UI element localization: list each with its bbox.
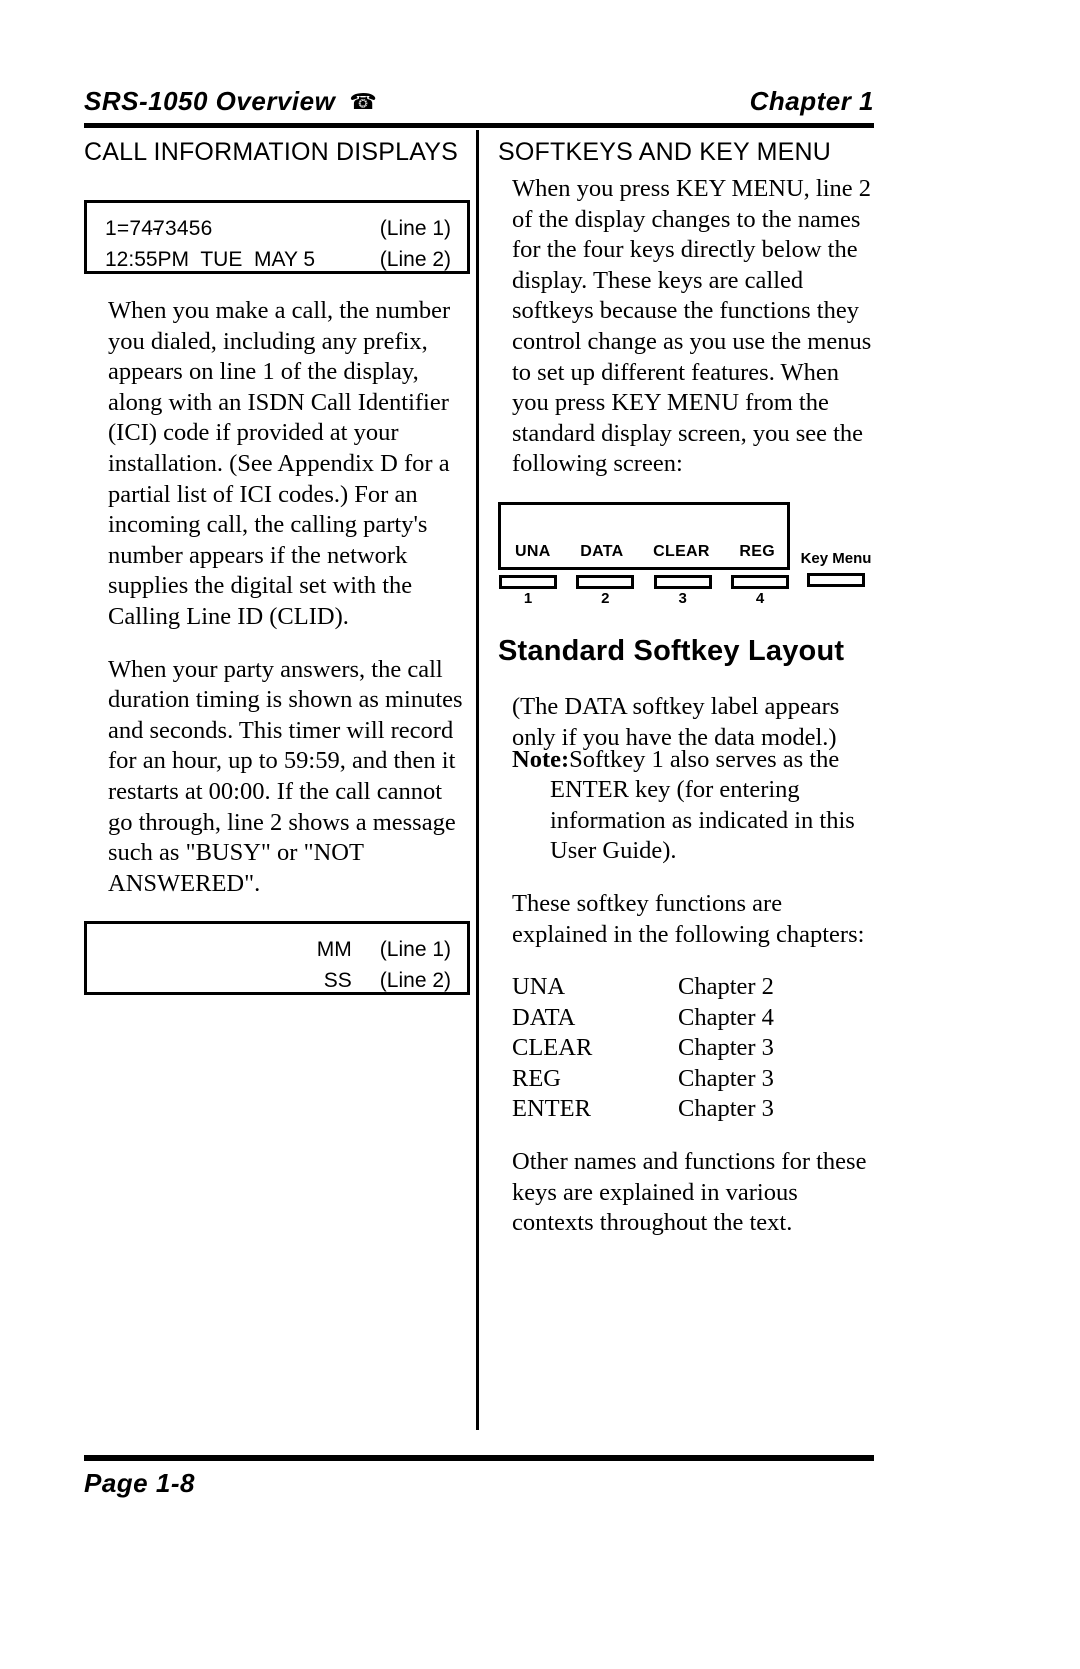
softkey-number-3: 3 (678, 589, 687, 607)
chapter-reference-row: CLEAR Chapter 3 (512, 1033, 878, 1064)
softkey-button-1 (499, 574, 557, 589)
chapter-ref-key: UNA (512, 973, 566, 1001)
document-title: SRS-1050 Overview (84, 86, 336, 116)
chapter-ref-value: Chapter 2 (678, 973, 774, 1001)
left-paragraph-1: When you make a call, the number you dia… (108, 297, 451, 630)
footer-rule (84, 1455, 874, 1461)
softkey-screen-label-clear: CLEAR (653, 542, 710, 560)
chapter-ref-value: Chapter 3 (678, 1064, 774, 1092)
right-paragraph-3: These softkey functions are explained in… (512, 889, 865, 948)
softkey-button-row: 1 2 3 4 (498, 574, 790, 608)
lcd-datetime: 12:55PM TUE MAY 5 (105, 248, 316, 271)
left-section-heading: CALL INFORMATION DISPLAYS (84, 138, 459, 166)
lcd-line-2-label: (Line 2) (379, 248, 451, 271)
softkey-button-2-group: 2 (575, 574, 635, 608)
running-head: SRS-1050 Overview ☎ Chapter 1 (84, 86, 874, 120)
key-menu-button (807, 572, 865, 587)
timer-seconds: SS (323, 969, 352, 993)
softkey-screen: UNA DATA CLEAR REG (498, 501, 790, 570)
left-column: CALL INFORMATION DISPLAYS 1=747-3456 (Li… (84, 136, 470, 996)
chapter-label: Chapter 1 (749, 86, 874, 116)
chapter-ref-key: DATA (512, 1003, 576, 1031)
telephone-icon: ☎ (349, 89, 377, 114)
standard-softkey-layout-figure: UNA DATA CLEAR REG 1 2 3 4 Key Menu (498, 501, 878, 608)
lcd-dialed-suffix: 3456 (164, 217, 213, 240)
chapter-ref-key: REG (512, 1064, 561, 1092)
header-rule (84, 123, 874, 128)
call-timer-display-figure: MM (Line 1) SS (Line 2) (84, 921, 470, 996)
right-column: SOFTKEYS AND KEY MENU When you press KEY… (498, 136, 878, 1261)
timer-line-2: SS (Line 2) (105, 965, 451, 996)
timer-line-2-label: (Line 2) (379, 969, 451, 993)
lcd-line-1-label: (Line 1) (379, 217, 451, 240)
softkey-button-1-group: 1 (498, 574, 558, 608)
chapter-ref-value: Chapter 4 (678, 1003, 774, 1031)
chapter-reference-row: UNA Chapter 2 (512, 972, 878, 1003)
column-divider (476, 130, 479, 1430)
softkey-button-2 (576, 574, 635, 589)
timer-line-1-label: (Line 1) (379, 938, 451, 962)
key-menu-label: Key Menu (800, 549, 872, 567)
note-block: Note: Softkey 1 also serves as the ENTER… (498, 745, 878, 867)
softkey-screen-label-data: DATA (580, 542, 624, 560)
right-paragraph-4: Other names and functions for these keys… (512, 1148, 867, 1237)
call-information-display-figure: 1=747-3456 (Line 1) 12:55PM TUE MAY 5 (L… (84, 200, 470, 274)
lcd-dialed-number: 1=747-3456 (105, 213, 213, 244)
softkey-button-3-group: 3 (653, 574, 713, 608)
timer-line-1: MM (Line 1) (105, 934, 451, 965)
figure-caption: Standard Softkey Layout (498, 634, 845, 667)
softkey-number-2: 2 (601, 589, 610, 607)
softkey-number-4: 4 (755, 589, 765, 607)
right-paragraph-2: (The DATA softkey label appears only if … (512, 692, 840, 751)
right-section-heading: SOFTKEYS AND KEY MENU (498, 138, 831, 166)
softkey-number-1: 1 (523, 589, 533, 607)
chapter-reference-row: REG Chapter 3 (512, 1064, 878, 1095)
chapter-ref-value: Chapter 3 (678, 1034, 774, 1062)
chapter-ref-key: CLEAR (512, 1034, 593, 1062)
chapter-reference-row: ENTER Chapter 3 (512, 1094, 878, 1125)
lcd-dialed-dash: - (152, 217, 160, 240)
softkey-button-3 (653, 574, 712, 589)
timer-minutes: MM (316, 938, 352, 962)
softkey-button-4 (730, 574, 789, 589)
chapter-ref-value: Chapter 3 (678, 1095, 774, 1123)
chapter-reference-row: DATA Chapter 4 (512, 1003, 878, 1034)
softkey-screen-label-una: UNA (515, 542, 551, 560)
right-paragraph-1: When you press KEY MENU, line 2 of the d… (512, 175, 872, 478)
lcd-line-2: 12:55PM TUE MAY 5 (Line 2) (105, 244, 451, 275)
chapter-reference-list: UNA Chapter 2 DATA Chapter 4 CLEAR Chapt… (498, 972, 878, 1125)
running-head-left: SRS-1050 Overview ☎ (84, 86, 377, 117)
page-number: Page 1-8 (84, 1468, 195, 1498)
left-paragraph-2: When your party answers, the call durati… (108, 655, 463, 897)
lcd-line-1: 1=747-3456 (Line 1) (105, 213, 451, 244)
key-menu-group: Key Menu (794, 550, 878, 587)
chapter-ref-key: ENTER (512, 1095, 591, 1123)
document-page: SRS-1050 Overview ☎ Chapter 1 CALL INFOR… (0, 0, 1080, 1669)
softkey-screen-label-reg: REG (739, 542, 775, 560)
softkey-button-4-group: 4 (730, 574, 790, 608)
